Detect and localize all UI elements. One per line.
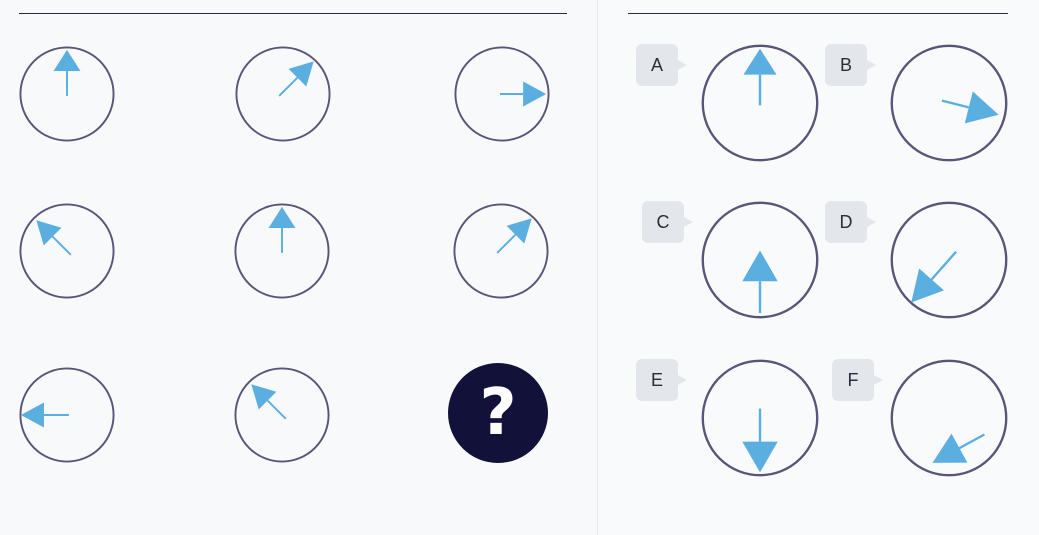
puzzle-cell-4 — [19, 203, 115, 299]
arrow-head — [53, 49, 81, 71]
option-d-label[interactable]: D — [825, 201, 876, 243]
option-d[interactable] — [890, 201, 1008, 319]
arrow-down-left-shallow-icon — [932, 433, 985, 463]
arrow-head — [911, 268, 944, 303]
puzzle-cell-1 — [19, 46, 115, 142]
arrow-head — [964, 91, 999, 124]
puzzle-circle — [453, 203, 549, 299]
arrow-head — [268, 206, 296, 228]
option-b-label[interactable]: B — [825, 44, 876, 86]
arrow-shaft — [278, 76, 299, 97]
option-f-label[interactable]: F — [832, 359, 883, 401]
puzzle-cell-2 — [235, 46, 331, 142]
arrow-shaft — [941, 99, 970, 109]
arrow-up-icon — [268, 206, 296, 253]
puzzle-cell-5 — [234, 203, 330, 299]
arrow-shaft — [958, 433, 985, 450]
puzzle-cell-3 — [454, 46, 550, 142]
puzzle-top-rule — [19, 13, 567, 14]
answer-panel: A B C D E F — [598, 0, 1039, 535]
puzzle-cell-6 — [453, 203, 549, 299]
arrow-shaft — [51, 235, 72, 256]
option-a[interactable] — [701, 44, 819, 162]
arrow-shaft — [496, 233, 517, 254]
arrow-up-low-icon — [742, 250, 778, 314]
arrow-right-icon — [500, 81, 547, 107]
arrow-down-left-icon — [911, 250, 957, 303]
puzzle-panel: ? — [0, 0, 597, 535]
arrow-up-left-icon — [36, 220, 72, 256]
puzzle-circle — [235, 46, 331, 142]
arrow-up-icon — [743, 48, 777, 106]
arrow-left-icon — [20, 402, 69, 428]
puzzle-cell-8 — [234, 367, 330, 463]
answers-top-rule — [628, 13, 1008, 14]
option-f[interactable] — [890, 359, 1008, 477]
option-b[interactable] — [890, 44, 1008, 162]
question-mark-icon: ? — [479, 376, 517, 450]
option-e[interactable] — [701, 359, 819, 477]
arrow-head — [742, 441, 778, 473]
arrow-up-left-icon — [251, 384, 287, 420]
puzzle-cell-7 — [19, 367, 115, 463]
option-a-label[interactable]: A — [636, 44, 687, 86]
arrow-down-icon — [742, 408, 778, 473]
missing-cell-question: ? — [448, 363, 548, 463]
arrow-up-right-icon — [278, 61, 314, 97]
option-c[interactable] — [701, 201, 819, 319]
arrow-head — [742, 250, 778, 282]
option-e-label[interactable]: E — [636, 359, 687, 401]
arrow-right-down-slight-icon — [941, 91, 999, 124]
arrow-shaft — [266, 399, 287, 420]
arrow-head — [932, 433, 968, 463]
arrow-shaft — [930, 250, 957, 281]
arrow-head — [743, 48, 777, 75]
arrow-head — [523, 81, 547, 107]
option-c-label[interactable]: C — [642, 201, 693, 243]
arrow-up-right-icon — [496, 218, 532, 254]
arrow-up-icon — [53, 49, 81, 96]
arrow-head — [20, 402, 44, 428]
